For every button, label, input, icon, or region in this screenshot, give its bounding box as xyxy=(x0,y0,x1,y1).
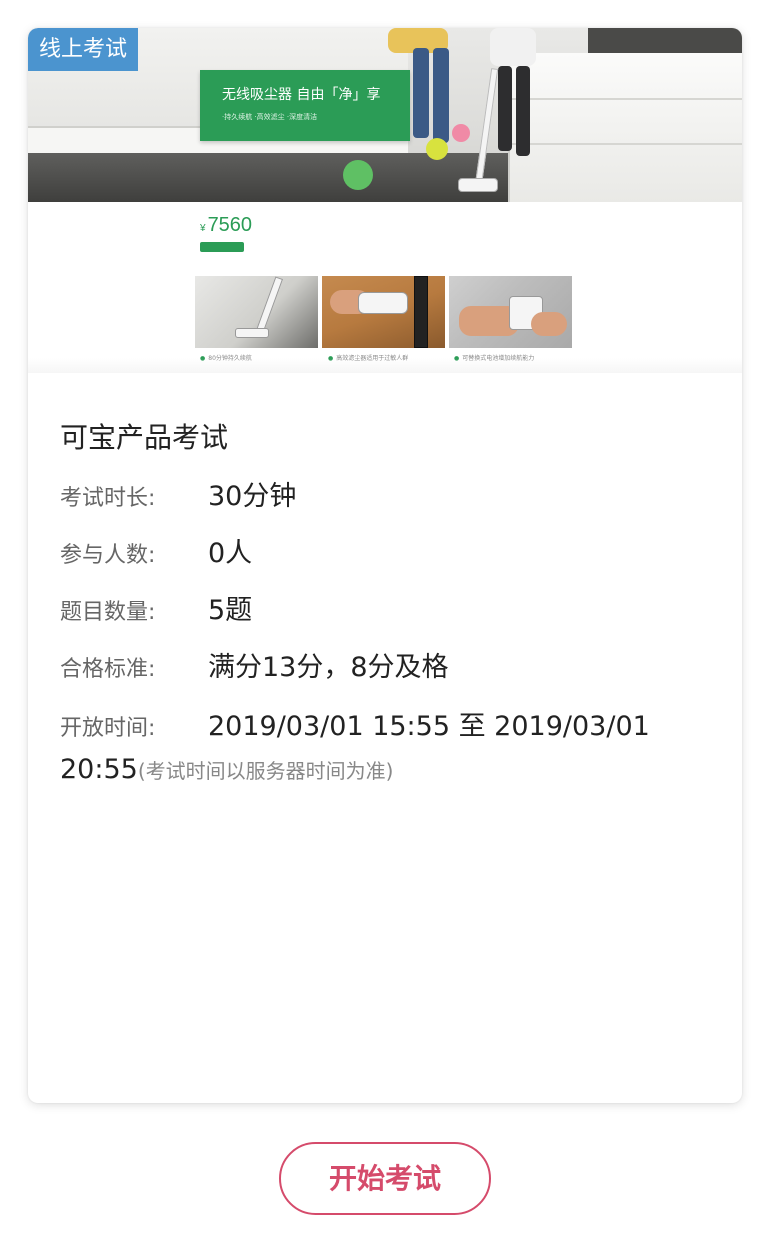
product-banner: 无线吸尘器 自由「净」享 ·持久续航 ·高效滤尘 ·深度清洁 ¥7560 ●80… xyxy=(28,28,742,373)
exam-title: 可宝产品考试 xyxy=(60,421,229,454)
buy-mini-button xyxy=(200,242,244,252)
passing-criteria-value: 满分13分，8分及格 xyxy=(208,652,449,683)
open-time-label: 开放时间: xyxy=(60,716,156,741)
open-time-note: (考试时间以服务器时间为准) xyxy=(137,759,394,783)
duration-value: 30分钟 xyxy=(208,481,297,512)
start-exam-button[interactable]: 开始考试 xyxy=(279,1142,491,1215)
open-time-row-continued: 20:55(考试时间以服务器时间为准) xyxy=(60,754,393,785)
open-time-row: 开放时间: 2019/03/01 15:55 至 2019/03/01 xyxy=(60,704,650,743)
price-symbol: ¥ xyxy=(200,223,206,234)
passing-criteria-row: 合格标准: 满分13分，8分及格 xyxy=(60,645,449,684)
thumbnail-2 xyxy=(322,276,445,348)
thumbnail-3 xyxy=(449,276,572,348)
question-count-label: 题目数量: xyxy=(60,600,156,625)
exam-card: 无线吸尘器 自由「净」享 ·持久续航 ·高效滤尘 ·深度清洁 ¥7560 ●80… xyxy=(28,28,742,1103)
duration-row: 考试时长: 30分钟 xyxy=(60,474,296,513)
question-count-row: 题目数量: 5题 xyxy=(60,588,252,627)
price-value: 7560 xyxy=(207,214,253,236)
promo-subline: ·持久续航 ·高效滤尘 ·深度清洁 xyxy=(222,113,318,121)
exam-type-badge: 线上考试 xyxy=(28,28,139,71)
passing-criteria-label: 合格标准: xyxy=(60,657,156,682)
thumbnail-1 xyxy=(195,276,318,348)
participants-label: 参与人数: xyxy=(60,543,156,568)
open-time-value-end: 20:55 xyxy=(60,754,138,785)
participants-row: 参与人数: 0人 xyxy=(60,531,252,570)
question-count-value: 5题 xyxy=(208,595,253,626)
promo-panel: 无线吸尘器 自由「净」享 ·持久续航 ·高效滤尘 ·深度清洁 xyxy=(200,70,410,141)
duration-label: 考试时长: xyxy=(60,486,156,511)
participants-value: 0人 xyxy=(208,538,253,569)
promo-headline: 无线吸尘器 自由「净」享 xyxy=(222,87,381,103)
product-price: ¥7560 xyxy=(200,214,252,237)
open-time-value-start: 2019/03/01 15:55 至 2019/03/01 xyxy=(208,711,650,742)
